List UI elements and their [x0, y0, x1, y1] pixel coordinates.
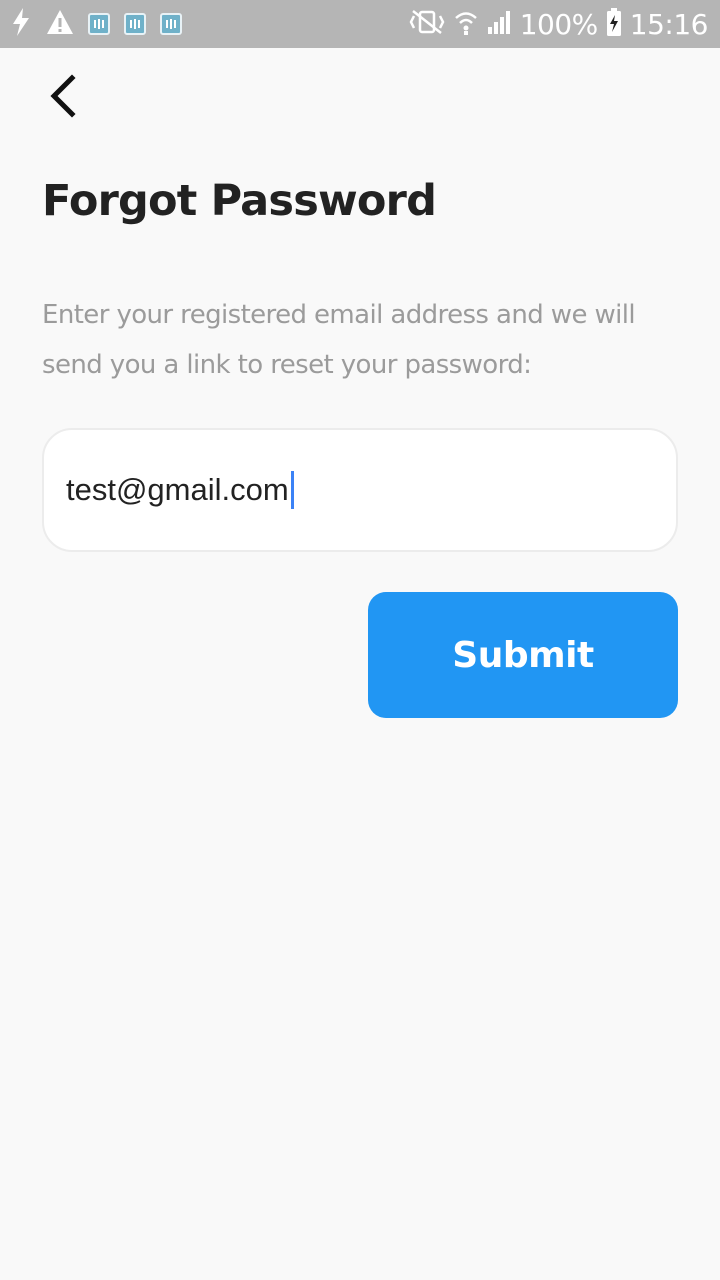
submit-button[interactable]: Submit [368, 592, 678, 718]
vibrate-icon [408, 8, 446, 41]
chevron-left-icon [46, 73, 78, 123]
text-cursor [290, 471, 294, 509]
back-button[interactable] [34, 70, 90, 126]
page-title: Forgot Password [42, 176, 437, 226]
status-bar-system: 100% 15:16 [400, 7, 709, 42]
warning-icon [46, 9, 74, 40]
battery-percentage: 100% [519, 7, 599, 41]
flash-icon [10, 7, 32, 42]
submit-button-label: Submit [452, 634, 594, 676]
instructions-text: Enter your registered email address and … [42, 300, 636, 380]
battery-charging-icon [606, 7, 622, 42]
app-notification-icon [88, 13, 110, 35]
signal-icon [486, 9, 512, 40]
email-input-value[interactable]: test@gmail.com [66, 472, 289, 508]
app-notification-icon [160, 13, 182, 35]
status-bar: 100% 15:16 [0, 0, 720, 48]
clock: 15:16 [629, 7, 709, 41]
email-field[interactable]: test@gmail.com [42, 428, 678, 552]
wifi-icon [454, 8, 478, 41]
status-bar-notifications [10, 7, 196, 42]
app-notification-icon [124, 13, 146, 35]
